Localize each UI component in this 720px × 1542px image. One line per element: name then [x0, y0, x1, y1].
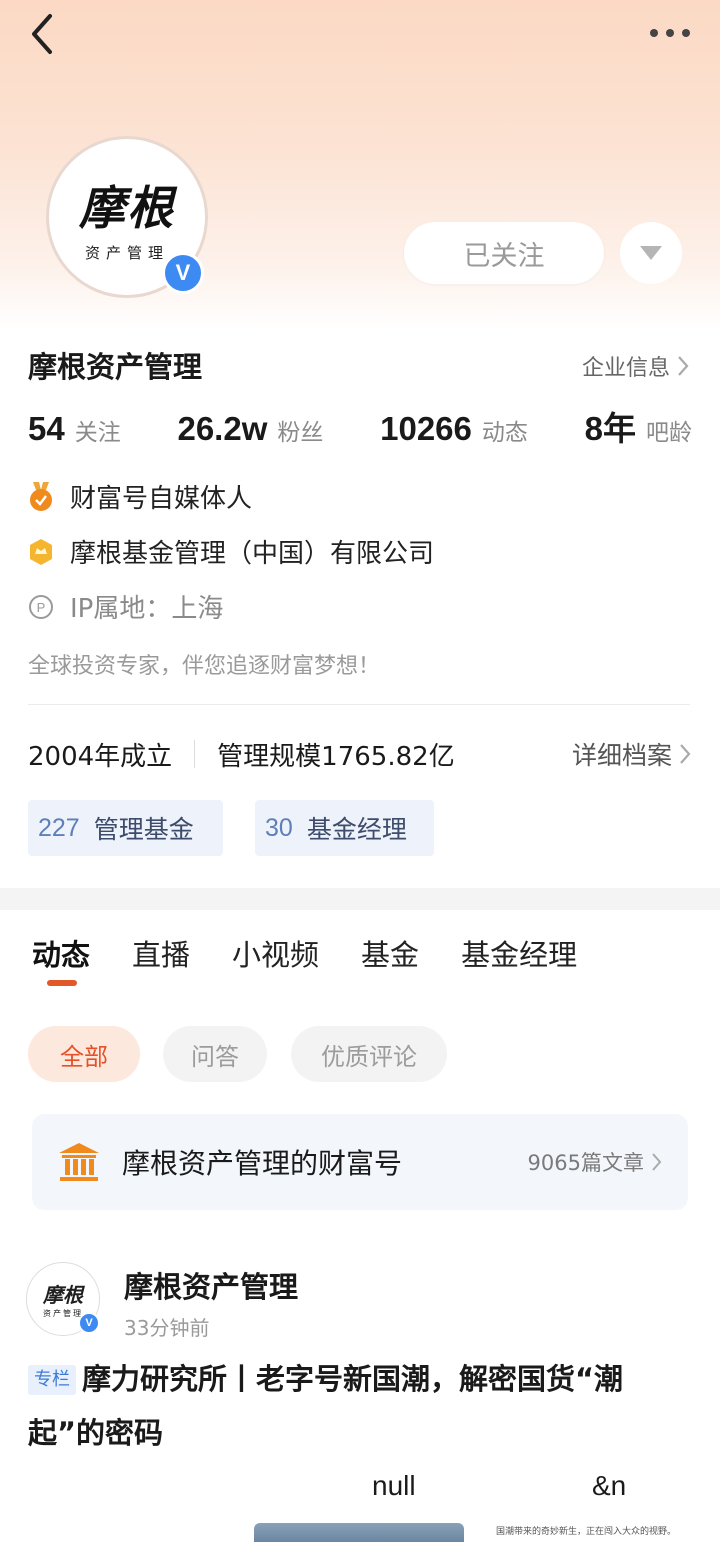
management-scale: 管理规模1765.82亿 — [217, 741, 455, 772]
follow-dropdown-button[interactable] — [620, 222, 682, 284]
stat-posts[interactable]: 10266 动态 — [380, 410, 528, 448]
stat-following[interactable]: 54 关注 — [28, 410, 121, 448]
certified-company-icon — [30, 538, 52, 565]
section-gap — [0, 888, 720, 910]
active-tab-indicator — [47, 980, 77, 986]
content-tabs: 动态 直播 小视频 基金 基金经理 — [32, 932, 619, 974]
tab-fund-managers[interactable]: 基金经理 — [461, 932, 577, 974]
fund-managers-label: 基金经理 — [306, 815, 407, 844]
stat-age-label: 吧龄 — [646, 420, 692, 446]
column-badge: 专栏 — [28, 1365, 76, 1395]
company-identity-row[interactable]: 摩根基金管理（中国）有限公司 — [28, 533, 434, 570]
profile-bio: 全球投资专家，伴您追逐财富梦想！ — [28, 654, 381, 679]
tab-live[interactable]: 直播 — [132, 932, 190, 974]
media-identity-label: 财富号自媒体人 — [70, 484, 253, 514]
post-title-text: 摩力研究所丨老字号新国潮，解密国货“潮起”的密码 — [28, 1362, 624, 1450]
filter-all[interactable]: 全部 — [28, 1026, 140, 1082]
stat-fans-value: 26.2w — [177, 410, 268, 447]
stat-age-value: 8年 — [584, 410, 636, 447]
detail-profile-link[interactable]: 详细档案 — [572, 736, 692, 772]
chevron-right-icon — [680, 744, 691, 764]
bank-building-icon — [59, 1143, 99, 1181]
wealth-account-card[interactable]: 摩根资产管理的财富号 9065篇文章 — [32, 1114, 688, 1210]
svg-text:P: P — [37, 600, 46, 615]
chevron-right-icon — [678, 356, 689, 376]
media-identity-row: 财富号自媒体人 — [28, 478, 252, 515]
founded-year: 2004年成立 — [28, 741, 173, 772]
section-divider — [28, 704, 690, 705]
post-verified-icon: V — [78, 1312, 100, 1334]
tab-posts[interactable]: 动态 — [32, 932, 90, 974]
chevron-right-icon — [652, 1153, 662, 1171]
ip-location-icon: P — [29, 594, 53, 619]
post-body-text-fragment: &n — [592, 1470, 627, 1501]
stat-fans-label: 粉丝 — [277, 420, 324, 446]
post-timestamp: 33分钟前 — [124, 1316, 210, 1340]
stat-following-value: 54 — [28, 410, 65, 447]
followed-button[interactable]: 已关注 — [404, 222, 604, 284]
filter-quality-comments[interactable]: 优质评论 — [291, 1026, 447, 1082]
detail-profile-label: 详细档案 — [571, 741, 672, 770]
post-body-text-null: null — [372, 1470, 416, 1501]
wealth-article-count: 9065篇文章 — [528, 1147, 662, 1177]
company-info-link[interactable]: 企业信息 — [582, 350, 690, 382]
filter-qa[interactable]: 问答 — [163, 1026, 267, 1082]
post-avatar-sub: 资产管理 — [43, 1309, 83, 1318]
fund-summary-row: 2004年成立 管理规模1765.82亿 详细档案 — [28, 734, 692, 774]
tab-short-video[interactable]: 小视频 — [232, 932, 319, 974]
fund-separator — [194, 740, 196, 768]
stat-fans[interactable]: 26.2w 粉丝 — [177, 410, 323, 448]
post-image-thumbnail[interactable] — [254, 1523, 464, 1542]
managed-funds-label: 管理基金 — [93, 815, 194, 844]
back-arrow-icon[interactable] — [26, 12, 66, 56]
managed-funds-count: 227 — [38, 813, 80, 842]
medal-icon — [30, 481, 52, 511]
ip-location-label: IP属地：上海 — [70, 594, 224, 624]
tab-funds[interactable]: 基金 — [361, 932, 419, 974]
verified-badge-icon: V — [162, 252, 204, 294]
company-info-label: 企业信息 — [581, 356, 670, 381]
avatar-logo-text: 摩根 — [79, 180, 175, 235]
post-author-name[interactable]: 摩根资产管理 — [124, 1264, 298, 1306]
fund-managers-count: 30 — [265, 813, 293, 842]
stat-age: 8年 吧龄 — [585, 402, 692, 450]
profile-stats: 54 关注 26.2w 粉丝 10266 动态 8年 吧龄 — [28, 402, 692, 450]
company-identity-label: 摩根基金管理（中国）有限公司 — [70, 539, 435, 569]
triangle-down-icon — [640, 246, 662, 260]
fund-managers-tag[interactable]: 30 基金经理 — [255, 800, 434, 856]
ip-location-row: P IP属地：上海 — [28, 588, 223, 625]
stat-posts-value: 10266 — [380, 410, 472, 447]
managed-funds-tag[interactable]: 227 管理基金 — [28, 800, 223, 856]
post-image-caption: 国潮带来的奇妙新生，正在闯入大众的视野。 — [496, 1527, 677, 1537]
wealth-article-count-label: 9065篇文章 — [527, 1151, 644, 1175]
post-title[interactable]: 专栏 摩力研究所丨老字号新国潮，解密国货“潮起”的密码 — [28, 1352, 692, 1460]
stat-posts-label: 动态 — [481, 420, 528, 446]
more-options-icon[interactable] — [648, 22, 692, 44]
stat-following-label: 关注 — [74, 420, 121, 446]
wealth-account-title: 摩根资产管理的财富号 — [122, 1147, 403, 1180]
post-avatar-logo: 摩根 — [43, 1283, 83, 1307]
profile-name: 摩根资产管理 — [28, 350, 203, 384]
avatar-sub-text: 资产管理 — [84, 243, 169, 262]
